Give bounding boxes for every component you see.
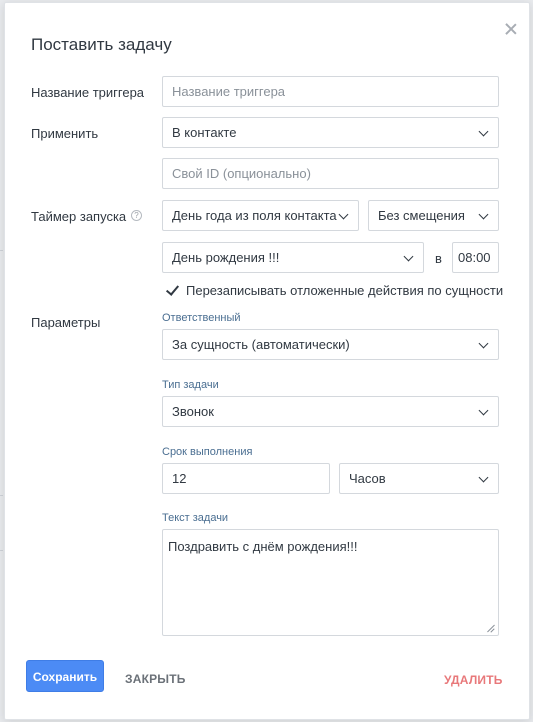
timer-label: Таймер запуска	[31, 209, 127, 224]
task-type-value: Звонок	[172, 404, 214, 419]
deadline-input[interactable]: 12	[162, 463, 330, 494]
deadline-unit-select[interactable]: Часов	[339, 463, 499, 494]
background-divider	[0, 495, 3, 496]
birthday-field-select[interactable]: День рождения !!!	[162, 242, 424, 273]
custom-id-input[interactable]: Свой ID (опционально)	[162, 158, 499, 189]
params-label: Параметры	[31, 315, 101, 330]
deadline-label: Срок выполнения	[162, 446, 253, 458]
timer-source-select[interactable]: День года из поля контакта	[162, 200, 359, 231]
responsible-select[interactable]: За сущность (автоматически)	[162, 329, 499, 360]
timer-source-value: День года из поля контакта	[172, 208, 337, 223]
chevron-down-icon	[478, 126, 489, 137]
help-icon[interactable]: ?	[131, 210, 142, 221]
task-dialog: Поставить задачу Название триггера Назва…	[4, 2, 530, 720]
time-input[interactable]: 08:00	[452, 242, 499, 273]
chevron-down-icon	[478, 209, 489, 220]
background-divider	[0, 550, 3, 551]
dialog-title: Поставить задачу	[31, 35, 172, 54]
overwrite-label: Перезаписывать отложенные действия по су…	[186, 283, 504, 298]
task-type-label: Тип задачи	[162, 379, 219, 391]
deadline-unit-value: Часов	[349, 471, 386, 486]
chevron-down-icon	[478, 405, 489, 416]
timer-offset-select[interactable]: Без смещения	[368, 200, 499, 231]
resize-grip-icon[interactable]	[487, 624, 495, 632]
chevron-down-icon	[478, 472, 489, 483]
apply-label: Применить	[31, 126, 99, 141]
time-at-label: в	[435, 251, 442, 266]
birthday-field-value: День рождения !!!	[172, 250, 280, 265]
apply-select-value: В контакте	[172, 125, 237, 140]
task-text-label: Текст задачи	[162, 512, 229, 524]
task-type-select[interactable]: Звонок	[162, 396, 499, 427]
responsible-value: За сущность (автоматически)	[172, 337, 350, 352]
close-button[interactable]: ЗАКРЫТЬ	[125, 672, 186, 686]
trigger-name-input[interactable]: Название триггера	[162, 76, 499, 107]
close-icon[interactable]	[501, 20, 521, 40]
chevron-down-icon	[403, 251, 414, 262]
delete-button[interactable]: УДАЛИТЬ	[444, 673, 503, 687]
chevron-down-icon	[338, 209, 349, 220]
timer-offset-value: Без смещения	[378, 208, 465, 223]
task-text-input[interactable]: Поздравить с днём рождения!!!	[162, 529, 499, 636]
responsible-label: Ответственный	[162, 312, 241, 324]
chevron-down-icon	[478, 338, 489, 349]
trigger-name-label: Название триггера	[31, 85, 145, 100]
save-button[interactable]: Сохранить	[26, 660, 104, 692]
task-text-value: Поздравить с днём рождения!!!	[168, 539, 358, 554]
background-divider	[0, 250, 3, 251]
check-icon[interactable]	[165, 283, 179, 297]
apply-select[interactable]: В контакте	[162, 117, 499, 148]
